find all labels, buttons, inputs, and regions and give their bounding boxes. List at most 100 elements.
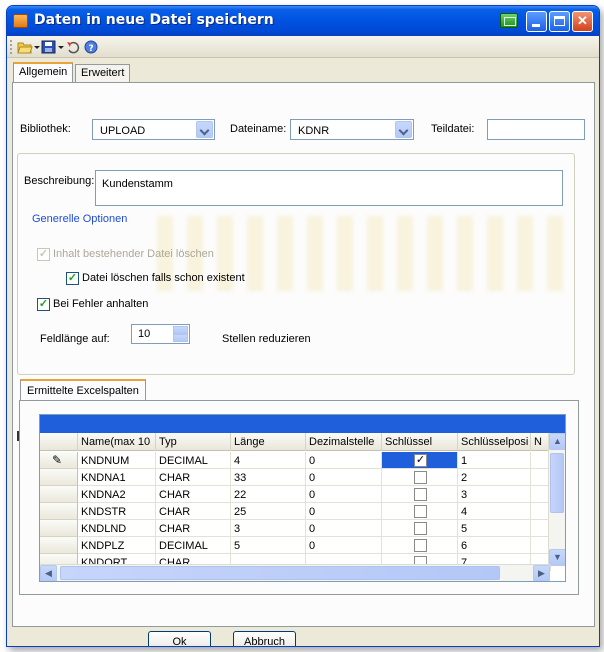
cell-laenge[interactable]: 4 <box>231 452 306 469</box>
chevron-down-icon[interactable] <box>395 121 412 138</box>
column-header-dezimalstelle[interactable]: Dezimalstelle <box>306 433 382 451</box>
cell-laenge[interactable]: 33 <box>231 469 306 486</box>
cell-typ[interactable]: CHAR <box>156 486 231 503</box>
cell-pos[interactable]: 6 <box>458 537 531 554</box>
vertical-scroll-thumb[interactable] <box>550 453 564 513</box>
spin-up-icon[interactable] <box>173 326 188 334</box>
toolbar-grip[interactable] <box>10 40 13 54</box>
close-button[interactable]: ✕ <box>572 11 593 32</box>
cell-dezimal[interactable]: 0 <box>306 452 382 469</box>
bei-fehler-label: Bei Fehler anhalten <box>53 298 149 310</box>
ok-button[interactable]: Ok <box>148 631 211 646</box>
cell-dezimal[interactable]: 0 <box>306 520 382 537</box>
title-bar[interactable]: Daten in neue Datei speichern ✕ <box>7 6 599 36</box>
open-folder-icon[interactable] <box>17 40 33 54</box>
spin-down-icon[interactable] <box>173 334 188 342</box>
cell-name[interactable]: KNDSTR <box>78 503 156 520</box>
scroll-up-icon[interactable]: ▲ <box>549 433 565 450</box>
schluessel-checkbox[interactable] <box>414 522 427 535</box>
cell-schluessel[interactable] <box>382 469 458 486</box>
cell-name[interactable]: KNDLND <box>78 520 156 537</box>
maximize-button[interactable] <box>549 11 570 32</box>
table-row[interactable]: ✎ KNDNUM DECIMAL 4 0 ✓ 1 <box>40 452 565 469</box>
cell-schluessel[interactable] <box>382 503 458 520</box>
schluessel-checkbox[interactable] <box>414 471 427 484</box>
schluessel-checkbox[interactable]: ✓ <box>414 454 427 467</box>
cell-schluessel[interactable] <box>382 537 458 554</box>
extra-window-icon[interactable] <box>500 13 518 28</box>
horizontal-scrollbar[interactable]: ◀ ▶ <box>40 564 550 581</box>
datei-loeschen-checkbox[interactable]: ✓ <box>66 272 79 285</box>
schluessel-checkbox[interactable] <box>414 488 427 501</box>
cell-pos[interactable]: 3 <box>458 486 531 503</box>
feldlaenge-stepper[interactable]: 10 <box>131 324 190 344</box>
dateiname-combo[interactable]: KDNR <box>290 119 414 140</box>
cell-typ[interactable]: DECIMAL <box>156 537 231 554</box>
chevron-down-icon[interactable] <box>196 121 213 138</box>
bibliothek-combo[interactable]: UPLOAD <box>92 119 215 140</box>
horizontal-scroll-thumb[interactable] <box>60 566 500 580</box>
cell-laenge[interactable]: 3 <box>231 520 306 537</box>
tab-ermittelte-excelspalten[interactable]: Ermittelte Excelspalten <box>20 379 146 401</box>
cell-schluessel[interactable]: ✓ <box>382 452 458 469</box>
cell-laenge[interactable]: 22 <box>231 486 306 503</box>
scroll-right-icon[interactable]: ▶ <box>533 565 550 581</box>
open-dropdown-icon[interactable] <box>34 46 40 49</box>
cell-laenge[interactable]: 25 <box>231 503 306 520</box>
cell-pos[interactable]: 5 <box>458 520 531 537</box>
cell-name[interactable]: KNDNUM <box>78 452 156 469</box>
cell-dezimal[interactable]: 0 <box>306 469 382 486</box>
schluessel-checkbox[interactable] <box>414 539 427 552</box>
dateiname-label: Dateiname: <box>230 123 287 135</box>
cell-typ[interactable]: CHAR <box>156 503 231 520</box>
cell-dezimal[interactable]: 0 <box>306 486 382 503</box>
bei-fehler-checkbox[interactable]: ✓ <box>37 298 50 311</box>
row-header[interactable] <box>40 503 78 520</box>
cell-laenge[interactable]: 5 <box>231 537 306 554</box>
column-header-schluessel[interactable]: Schlüssel <box>382 433 458 451</box>
abbruch-button[interactable]: Abbruch <box>233 631 296 646</box>
table-row[interactable]: KNDLND CHAR 3 0 5 <box>40 520 565 537</box>
cell-pos[interactable]: 1 <box>458 452 531 469</box>
cell-name[interactable]: KNDPLZ <box>78 537 156 554</box>
save-dropdown-icon[interactable] <box>58 46 64 49</box>
row-header[interactable] <box>40 537 78 554</box>
column-header-typ[interactable]: Typ <box>156 433 231 451</box>
cell-schluessel[interactable] <box>382 486 458 503</box>
help-icon[interactable]: ? <box>84 40 100 54</box>
undo-icon[interactable] <box>66 40 82 54</box>
cell-dezimal[interactable]: 0 <box>306 503 382 520</box>
minimize-button[interactable] <box>526 11 547 32</box>
table-row[interactable]: KNDNA2 CHAR 22 0 3 <box>40 486 565 503</box>
row-header[interactable] <box>40 486 78 503</box>
row-header[interactable] <box>40 520 78 537</box>
row-header[interactable] <box>40 469 78 486</box>
inhalt-loeschen-label: Inhalt bestehender Datei löschen <box>53 248 214 260</box>
cell-pos[interactable]: 2 <box>458 469 531 486</box>
table-row[interactable]: KNDPLZ DECIMAL 5 0 6 <box>40 537 565 554</box>
column-header-laenge[interactable]: Länge <box>231 433 306 451</box>
cell-dezimal[interactable]: 0 <box>306 537 382 554</box>
table-row[interactable]: KNDSTR CHAR 25 0 4 <box>40 503 565 520</box>
column-header-schluesselposition[interactable]: Schlüsselposi <box>458 433 531 451</box>
column-header-name[interactable]: Name(max 10 <box>78 433 156 451</box>
vertical-scrollbar[interactable]: ▲ ▼ <box>548 433 565 566</box>
cell-typ[interactable]: CHAR <box>156 469 231 486</box>
save-icon[interactable] <box>41 40 57 54</box>
cell-name[interactable]: KNDNA1 <box>78 469 156 486</box>
table-row[interactable]: KNDNA1 CHAR 33 0 2 <box>40 469 565 486</box>
cell-typ[interactable]: CHAR <box>156 520 231 537</box>
cell-schluessel[interactable] <box>382 520 458 537</box>
cell-typ[interactable]: DECIMAL <box>156 452 231 469</box>
row-header[interactable]: ✎ <box>40 452 78 469</box>
scroll-left-icon[interactable]: ◀ <box>40 565 57 581</box>
cell-name[interactable]: KNDNA2 <box>78 486 156 503</box>
cell-pos[interactable]: 4 <box>458 503 531 520</box>
inhalt-loeschen-checkbox[interactable]: ✓ <box>37 248 50 261</box>
tab-allgemein[interactable]: Allgemein <box>13 62 74 83</box>
teildatei-input[interactable] <box>487 119 585 140</box>
data-grid[interactable]: Name(max 10 Typ Länge Dezimalstelle Schl… <box>39 414 566 582</box>
schluessel-checkbox[interactable] <box>414 505 427 518</box>
scroll-down-icon[interactable]: ▼ <box>549 549 565 566</box>
tab-erweitert[interactable]: Erweitert <box>75 64 131 82</box>
